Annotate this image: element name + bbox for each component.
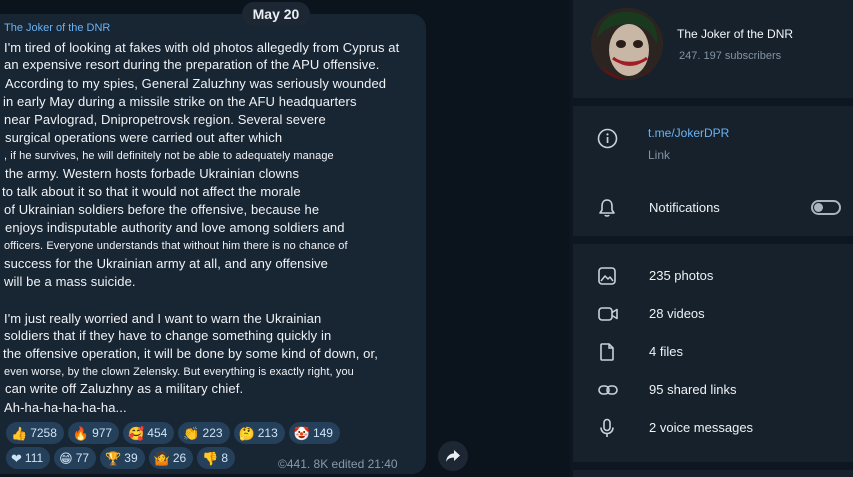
- message-line: can write off Zaluzhny as a military chi…: [5, 381, 244, 396]
- message-line: According to my spies, General Zaluzhny …: [5, 76, 387, 91]
- channel-title: The Joker of the DNR: [677, 27, 794, 41]
- reaction-chip[interactable]: 🤔 213: [233, 422, 285, 444]
- joker-avatar-icon: [591, 8, 663, 80]
- message-line: an expensive resort during the preparati…: [4, 57, 380, 72]
- message-line: I'm tired of looking at fakes with old p…: [4, 40, 400, 55]
- reaction-chip[interactable]: 🤡 149: [288, 422, 340, 444]
- clapping-icon: 👏: [183, 425, 200, 441]
- reaction-count: 111: [24, 451, 44, 465]
- reaction-chip[interactable]: 👏 223: [178, 422, 230, 444]
- info-icon: [597, 128, 618, 149]
- reaction-count: 977: [92, 426, 113, 440]
- media-label: 4 files: [649, 344, 683, 359]
- media-row-files[interactable]: 4 files: [573, 334, 853, 370]
- message-line: the army. Western hosts forbade Ukrainia…: [5, 166, 300, 181]
- reaction-chip[interactable]: ❤ 111: [6, 447, 51, 469]
- share-arrow-icon: [446, 450, 460, 462]
- media-label: 95 shared links: [649, 382, 737, 397]
- heart-icon: ❤: [11, 450, 22, 466]
- message-line: will be a mass suicide.: [4, 274, 136, 289]
- reaction-count: 149: [312, 426, 333, 440]
- reaction-chip[interactable]: 🥰 454: [123, 422, 175, 444]
- message-line: surgical operations were carried out aft…: [5, 130, 283, 145]
- reactions-row: 👍 7258 🔥 977 🥰 454 👏 223 🤔 213 🤡 149: [6, 422, 340, 444]
- bell-icon: [597, 198, 617, 218]
- shrug-icon: 🤷: [153, 450, 170, 466]
- toggle-knob: [814, 203, 823, 212]
- media-row-voice[interactable]: 2 voice messages: [573, 410, 853, 446]
- reaction-count: 454: [147, 426, 168, 440]
- media-row-videos[interactable]: 28 videos: [573, 296, 853, 332]
- reaction-chip[interactable]: 🔥 977: [67, 422, 120, 444]
- message-line: , if he survives, he will definitely not…: [4, 150, 334, 162]
- message-line: I'm just really worried and I want to wa…: [4, 311, 322, 326]
- avatar[interactable]: [591, 8, 663, 80]
- message-line: in early May during a missile strike on …: [3, 94, 357, 109]
- reactions-row: ❤ 111 😁 77 🏆 39 🤷 26 👎 8: [6, 447, 236, 469]
- kissing-face-icon: 🥰: [128, 425, 145, 441]
- reaction-chip[interactable]: 👍 7258: [6, 422, 64, 444]
- grinning-face-icon: 😁: [59, 450, 73, 466]
- section-separator: [573, 98, 853, 106]
- thumbs-up-icon: 👍: [11, 425, 28, 441]
- video-icon: [597, 304, 618, 324]
- channel-info-panel: The Joker of the DNR 247. 197 subscriber…: [573, 0, 853, 477]
- section-separator: [573, 462, 853, 470]
- clown-face-icon: 🤡: [293, 425, 310, 441]
- link-icon: [597, 380, 618, 400]
- reaction-count: 223: [202, 426, 223, 440]
- subscriber-count: 247. 197 subscribers: [679, 50, 782, 62]
- message-meta: ©441. 8K edited 21:40: [278, 457, 398, 471]
- reaction-count: 213: [257, 426, 278, 440]
- media-label: 235 photos: [649, 268, 714, 283]
- media-row-photos[interactable]: 235 photos: [573, 258, 853, 294]
- message-line: Ah-ha-ha-ha-ha-ha...: [4, 400, 127, 415]
- thumbs-down-icon: 👎: [202, 450, 219, 466]
- section-separator: [573, 236, 853, 244]
- reaction-chip[interactable]: 🏆 39: [100, 447, 145, 469]
- message-line: to talk about it so that it would not af…: [2, 184, 301, 199]
- notifications-label: Notifications: [649, 200, 720, 215]
- date-badge: May 20: [242, 2, 310, 26]
- reaction-count: 77: [75, 451, 90, 465]
- message-line: success for the Ukrainian army at all, a…: [4, 256, 329, 271]
- message-line: officers. Everyone understands that with…: [4, 240, 348, 252]
- reaction-count: 39: [124, 451, 138, 465]
- message-line: near Pavlograd, Dnipropetrovsk region. S…: [4, 112, 326, 127]
- file-icon: [597, 342, 617, 362]
- microphone-icon: [597, 418, 617, 438]
- message-channel-name[interactable]: The Joker of the DNR: [4, 22, 110, 34]
- chat-area: May 20 The Joker of the DNR I'm tired of…: [0, 0, 570, 477]
- photo-icon: [597, 266, 617, 286]
- message-line: soldiers that if they have to change som…: [4, 328, 332, 343]
- reaction-count: 7258: [30, 426, 57, 440]
- message-line: enjoys indisputable authority and love a…: [5, 220, 345, 235]
- thinking-face-icon: 🤔: [238, 425, 255, 441]
- link-caption: Link: [648, 148, 671, 162]
- message-line: of Ukrainian soldiers before the offensi…: [4, 202, 320, 217]
- media-label: 2 voice messages: [649, 420, 754, 435]
- trophy-icon: 🏆: [105, 450, 122, 466]
- media-label: 28 videos: [649, 306, 705, 321]
- forward-button[interactable]: [438, 441, 468, 471]
- notifications-toggle[interactable]: [811, 200, 841, 215]
- reaction-count: 26: [172, 451, 187, 465]
- message-line: even worse, by the clown Zelensky. But e…: [4, 366, 354, 378]
- fire-icon: 🔥: [72, 425, 90, 441]
- message-line: the offensive operation, it will be done…: [3, 346, 378, 361]
- channel-link[interactable]: t.me/JokerDPR: [648, 126, 729, 140]
- reaction-chip[interactable]: 😁 77: [54, 447, 97, 469]
- media-row-links[interactable]: 95 shared links: [573, 372, 853, 408]
- reaction-count: 8: [221, 451, 229, 465]
- reaction-chip[interactable]: 👎 8: [197, 447, 236, 469]
- reaction-chip[interactable]: 🤷 26: [148, 447, 194, 469]
